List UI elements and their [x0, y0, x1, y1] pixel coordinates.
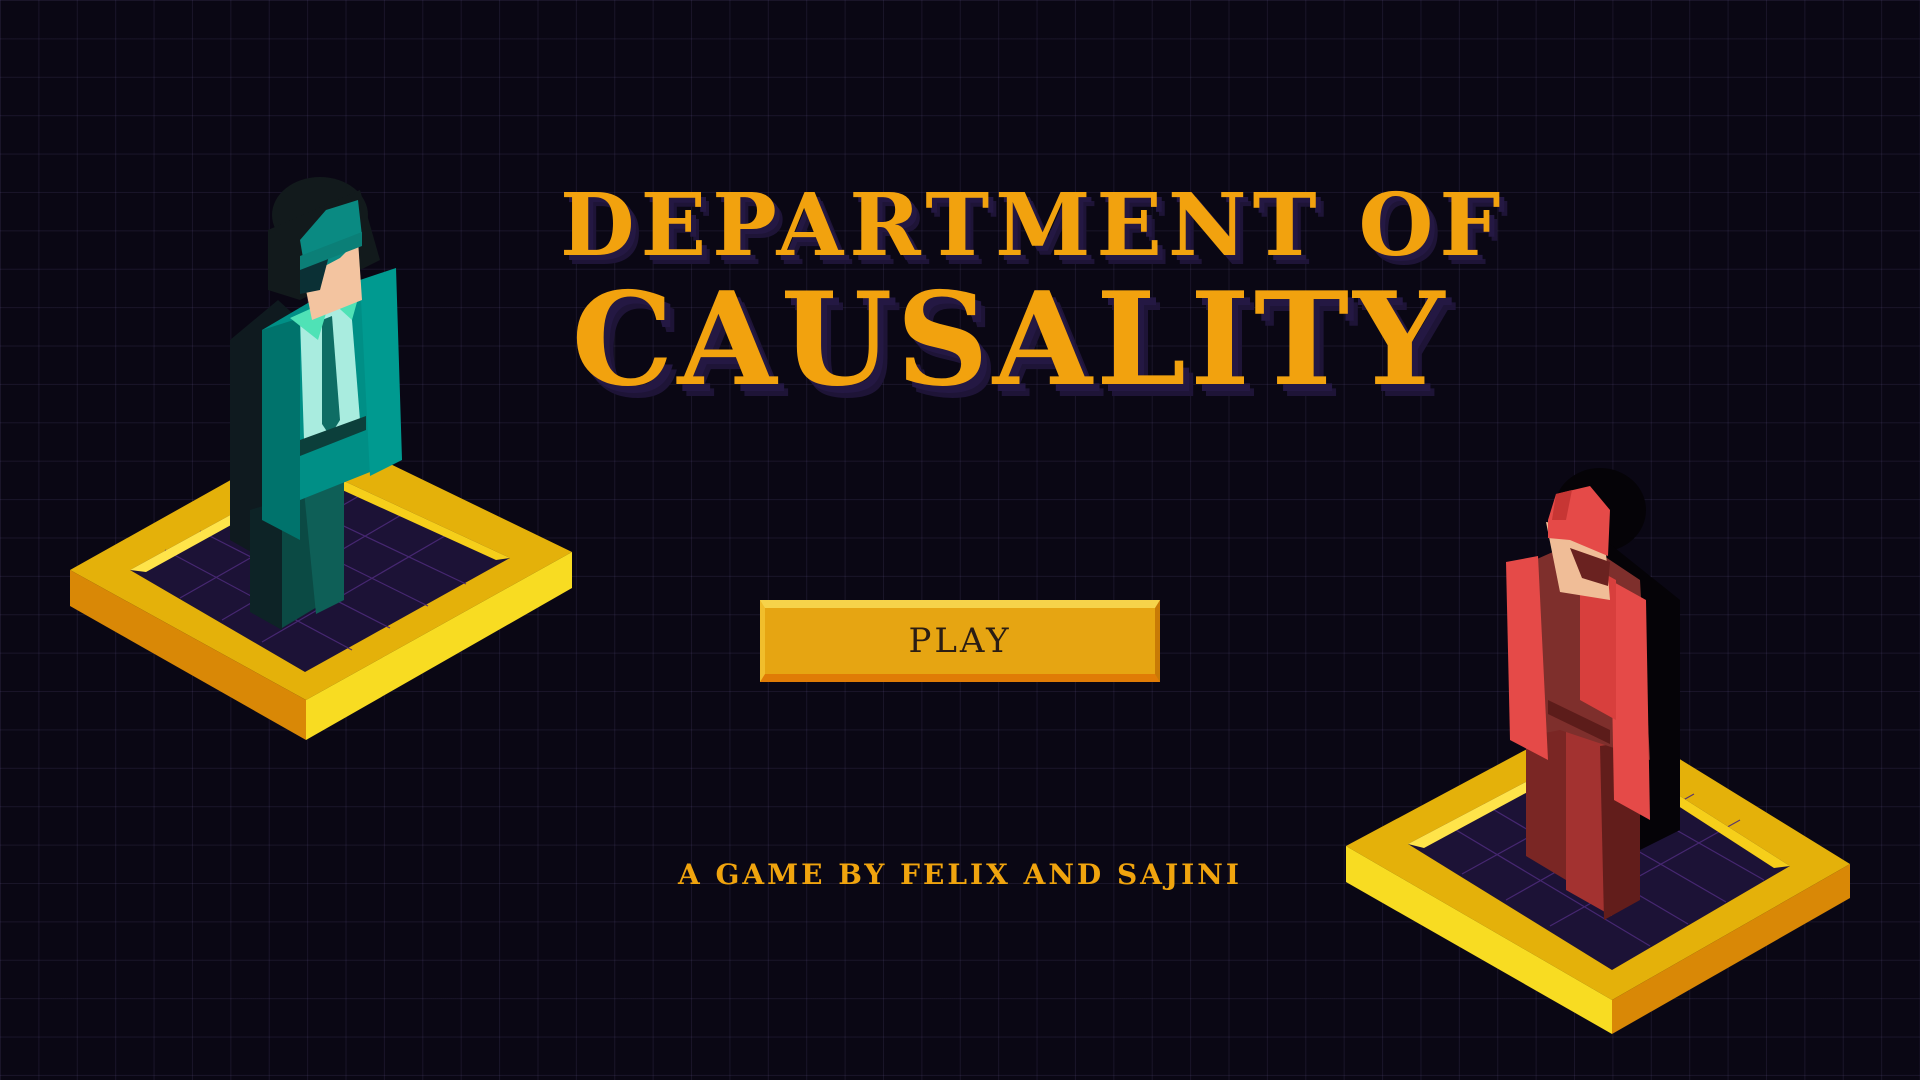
red-agent-scene — [1346, 468, 1850, 1034]
right-platform — [1346, 710, 1850, 1034]
title-line-2: CAUSALITY — [571, 265, 1449, 415]
red-agent — [1506, 468, 1680, 920]
title-screen: DEPARTMENT OF CAUSALITY PLAY A GAME BY F… — [0, 0, 1920, 1080]
credits-text: A GAME BY FELIX AND SAJINI — [678, 858, 1242, 891]
title-line-1: DEPARTMENT OF — [560, 175, 1507, 276]
teal-agent — [230, 177, 402, 630]
left-platform — [70, 430, 572, 740]
play-button[interactable]: PLAY — [760, 600, 1160, 682]
teal-agent-scene — [70, 177, 572, 740]
play-button-label: PLAY — [908, 621, 1012, 661]
